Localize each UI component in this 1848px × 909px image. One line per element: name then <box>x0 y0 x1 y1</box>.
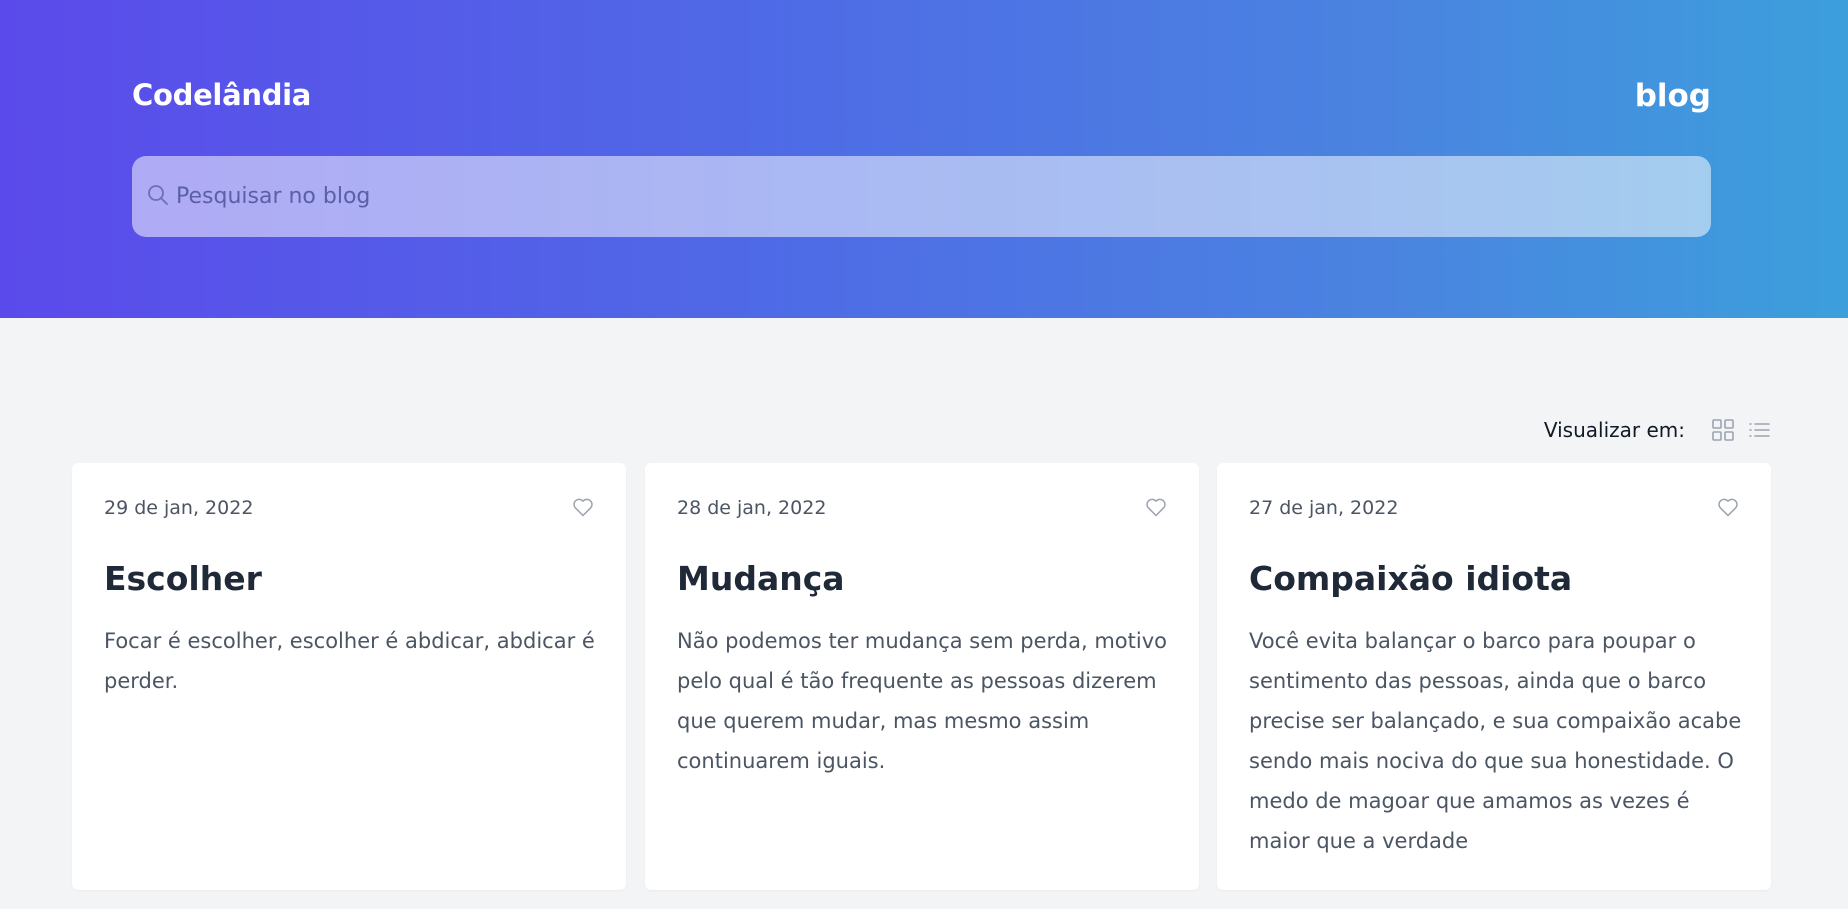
list-view-button[interactable] <box>1747 418 1771 442</box>
heart-icon[interactable] <box>1716 495 1740 519</box>
grid-icon <box>1712 419 1734 441</box>
view-toggle-label: Visualizar em: <box>1543 418 1685 442</box>
post-excerpt: Não podemos ter mudança sem perda, motiv… <box>677 629 1167 773</box>
post-title[interactable]: Escolher <box>104 559 262 598</box>
view-toggle: Visualizar em: <box>1544 418 1771 442</box>
post-title[interactable]: Compaixão idiota <box>1249 559 1572 598</box>
post-date: 27 de jan, 2022 <box>1249 497 1399 519</box>
nav-blog-link[interactable]: blog <box>1635 78 1711 114</box>
heart-icon[interactable] <box>1144 495 1168 519</box>
search-bar[interactable] <box>132 156 1711 237</box>
post-card[interactable]: 29 de jan, 2022 Escolher Focar é escolhe… <box>72 463 626 890</box>
search-input[interactable] <box>176 156 1676 237</box>
post-excerpt: Focar é escolher, escolher é abdicar, ab… <box>104 629 595 693</box>
post-title[interactable]: Mudança <box>677 559 845 598</box>
post-date: 28 de jan, 2022 <box>677 497 827 519</box>
brand-logo[interactable]: Codelândia <box>132 78 311 112</box>
post-date: 29 de jan, 2022 <box>104 497 254 519</box>
post-excerpt: Você evita balançar o barco para poupar … <box>1249 629 1742 853</box>
hero-header: Codelândia blog <box>0 0 1848 318</box>
post-card[interactable]: 28 de jan, 2022 Mudança Não podemos ter … <box>645 463 1199 890</box>
search-icon <box>146 183 170 207</box>
list-icon <box>1749 423 1770 437</box>
grid-view-button[interactable] <box>1711 418 1735 442</box>
post-card[interactable]: 27 de jan, 2022 Compaixão idiota Você ev… <box>1217 463 1771 890</box>
heart-icon[interactable] <box>571 495 595 519</box>
